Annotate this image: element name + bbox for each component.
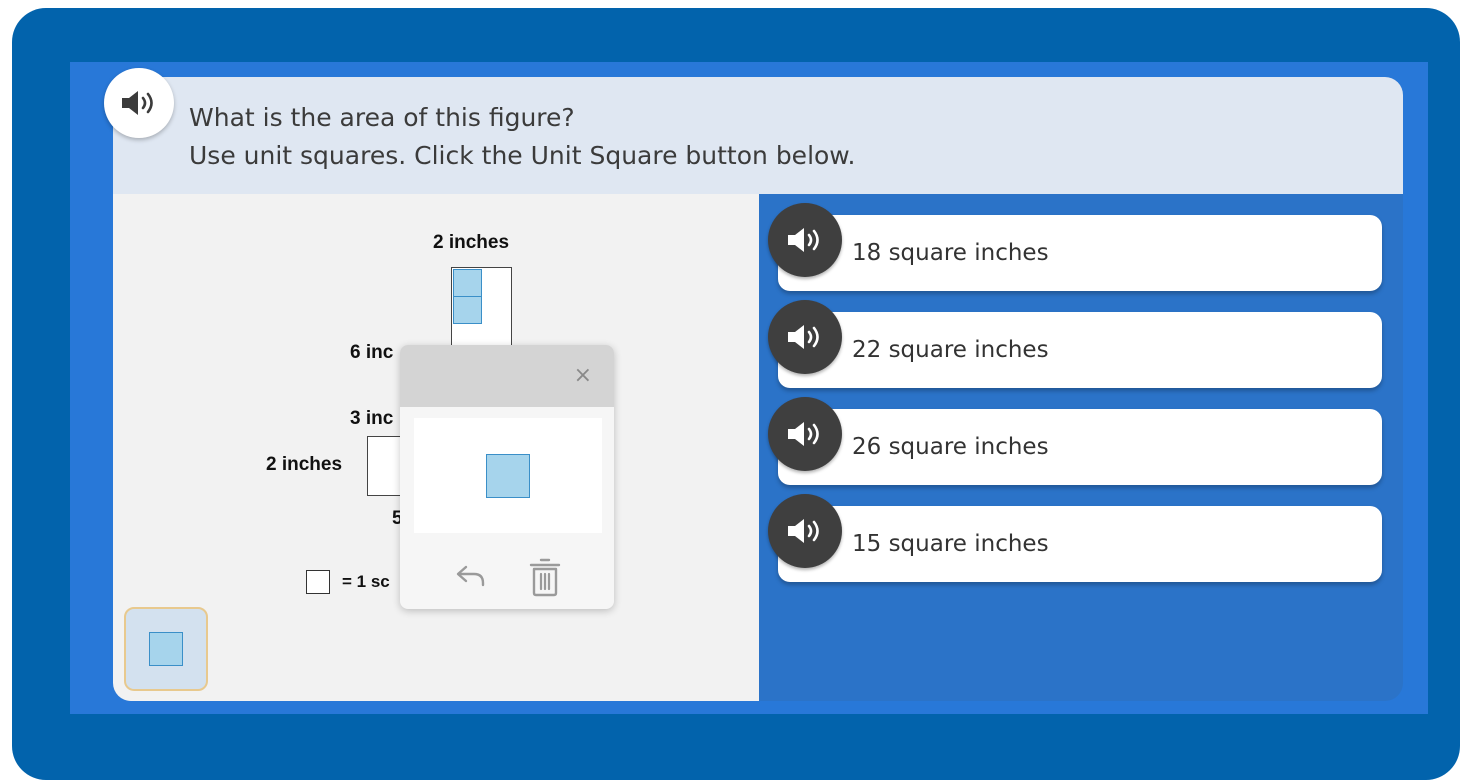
speaker-icon xyxy=(122,91,153,115)
question-line-2: Use unit squares. Click the Unit Square … xyxy=(189,141,856,170)
draggable-unit-square[interactable] xyxy=(486,454,530,498)
answer-1-audio-button[interactable] xyxy=(768,203,842,277)
answer-2-audio-button[interactable] xyxy=(768,300,842,374)
answer-option-3[interactable]: 26 square inches xyxy=(778,409,1382,485)
popup-body xyxy=(414,418,602,533)
figure-label-left-lower: 2 inches xyxy=(266,454,343,475)
speaker-icon xyxy=(788,228,819,252)
legend-unit-square xyxy=(306,570,330,594)
unit-square-icon xyxy=(149,632,183,666)
answer-label: 18 square inches xyxy=(852,240,1049,266)
speaker-icon xyxy=(788,422,819,446)
placed-unit-square[interactable] xyxy=(453,296,482,324)
question-line-1: What is the area of this figure? xyxy=(189,103,575,132)
unit-square-popup: × xyxy=(400,345,614,609)
answer-option-1[interactable]: 18 square inches xyxy=(778,215,1382,291)
undo-button[interactable] xyxy=(454,563,488,593)
trash-button[interactable] xyxy=(528,557,562,601)
speaker-icon xyxy=(788,325,819,349)
trash-icon xyxy=(529,558,561,597)
placed-unit-square[interactable] xyxy=(453,269,482,297)
answer-option-4[interactable]: 15 square inches xyxy=(778,506,1382,582)
answer-3-audio-button[interactable] xyxy=(768,397,842,471)
figure-label-top: 2 inches xyxy=(433,232,510,253)
question-audio-button[interactable] xyxy=(104,68,174,138)
legend-text: = 1 sc xyxy=(342,572,390,591)
question-bar: What is the area of this figure? Use uni… xyxy=(113,77,1403,194)
answer-4-audio-button[interactable] xyxy=(768,494,842,568)
close-icon[interactable]: × xyxy=(574,363,592,388)
answer-option-2[interactable]: 22 square inches xyxy=(778,312,1382,388)
answer-label: 26 square inches xyxy=(852,434,1049,460)
popup-header: × xyxy=(400,345,614,407)
answer-label: 15 square inches xyxy=(852,531,1049,557)
unit-square-button[interactable] xyxy=(124,607,208,691)
answer-label: 22 square inches xyxy=(852,337,1049,363)
speaker-icon xyxy=(788,519,819,543)
undo-icon xyxy=(456,565,485,587)
figure-label-left-middle: 3 inc xyxy=(350,408,394,429)
question-text: What is the area of this figure? Use uni… xyxy=(189,99,855,175)
figure-label-left-upper: 6 inc xyxy=(350,342,394,363)
